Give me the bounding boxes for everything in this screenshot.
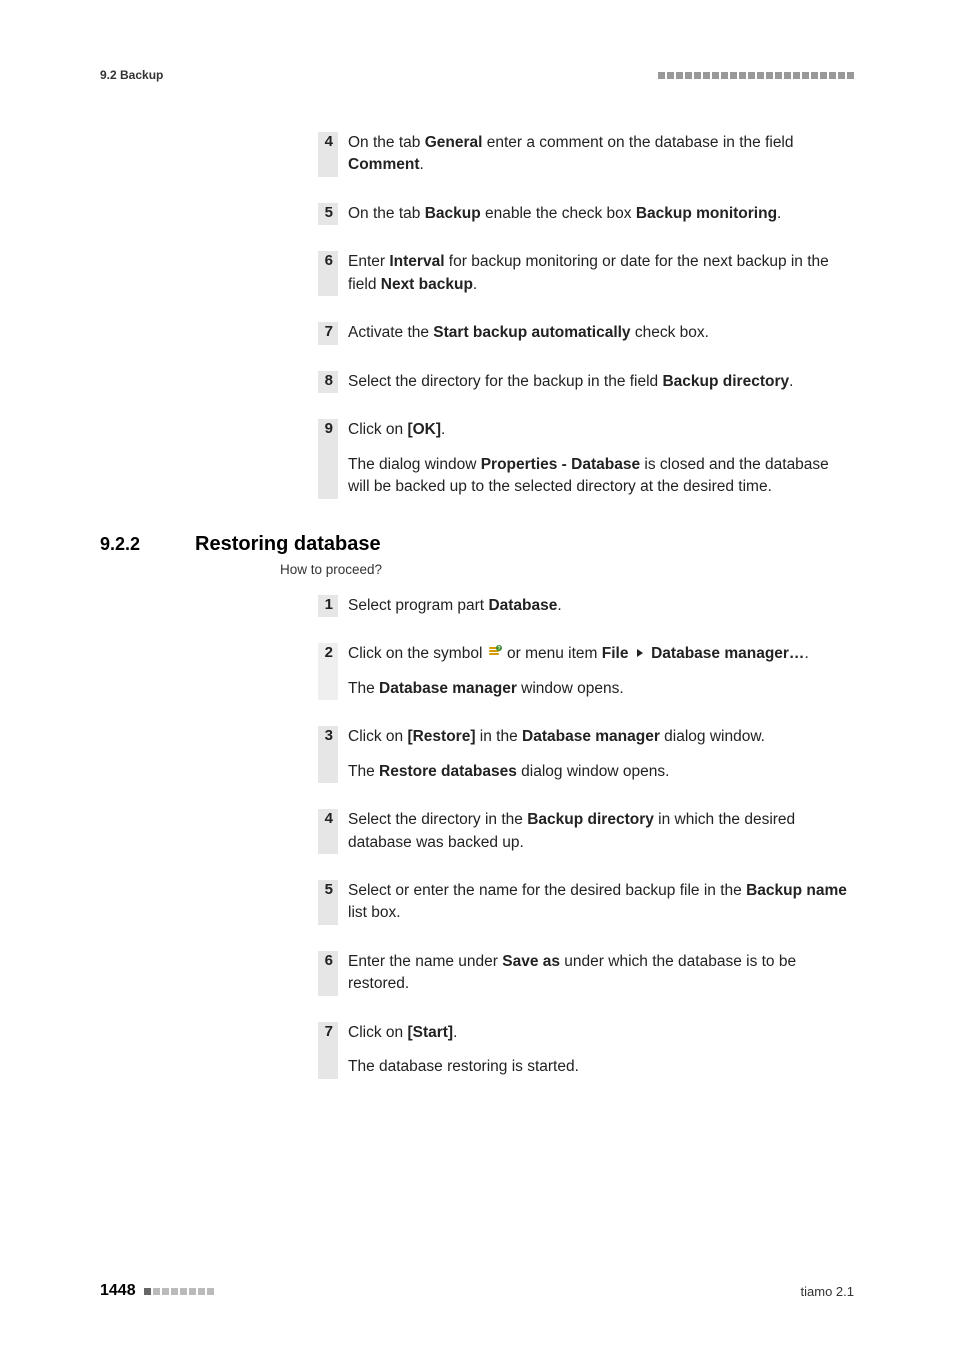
step-body: Select the directory for the backup in t… <box>348 371 854 393</box>
bold-text: Backup name <box>746 882 847 899</box>
step-item: 8 Select the directory for the backup in … <box>310 371 854 393</box>
step-number: 5 <box>318 880 338 925</box>
step-number: 9 <box>318 419 338 498</box>
page: 9.2 Backup 4On the tab General enter a c… <box>0 0 954 1350</box>
bold-text: Backup directory <box>662 373 789 390</box>
step-body: Click on [OK]. The dialog window Properti… <box>348 419 854 498</box>
step-text: Select or enter the name for the desired… <box>348 880 854 925</box>
bold-text: Restore databases <box>379 763 517 780</box>
step-number: 3 <box>318 726 338 783</box>
step-text: Select program part Database. <box>348 595 854 617</box>
step-body: Click on the symbol ? or menu item File … <box>348 643 854 700</box>
step-item: 4Select the directory in the Backup dire… <box>310 809 854 854</box>
svg-text:?: ? <box>497 646 500 652</box>
bold-text: Properties - Database <box>481 456 640 473</box>
page-number: 1448 <box>100 1282 136 1300</box>
step-text: On the tab Backup enable the check box B… <box>348 203 854 225</box>
database-icon: ? <box>487 644 503 660</box>
step-number: 5 <box>318 203 338 225</box>
step-number: 7 <box>318 322 338 344</box>
section-number: 9.2.2 <box>100 534 195 555</box>
page-header: 9.2 Backup <box>100 68 854 82</box>
step-number: 1 <box>318 595 338 617</box>
step-body: Enter Interval for backup monitoring or … <box>348 251 854 296</box>
header-section-label: 9.2 Backup <box>100 68 163 82</box>
step-item: 4On the tab General enter a comment on t… <box>310 132 854 177</box>
step-body: Select the directory in the Backup direc… <box>348 809 854 854</box>
bold-text: [Start] <box>407 1024 453 1041</box>
step-item: 1 Select program part Database. <box>310 595 854 617</box>
step-item: 5 On the tab Backup enable the check box … <box>310 203 854 225</box>
step-body: Select program part Database. <box>348 595 854 617</box>
step-number: 6 <box>318 251 338 296</box>
step-body: Enter the name under Save as under which… <box>348 951 854 996</box>
bold-text: Database <box>488 597 557 614</box>
bold-text: File <box>602 645 629 662</box>
step-number: 4 <box>318 809 338 854</box>
step-body: Activate the Start backup automatically … <box>348 322 854 344</box>
steps-list-b: 1 Select program part Database. 2 Click on … <box>100 595 854 1079</box>
step-number: 4 <box>318 132 338 177</box>
step-text: Click on [Start]. <box>348 1022 854 1044</box>
step-text: Activate the Start backup automatically … <box>348 322 854 344</box>
steps-list-a: 4On the tab General enter a comment on t… <box>100 132 854 499</box>
step-text: Select the directory in the Backup direc… <box>348 809 854 854</box>
bold-text: Database manager… <box>651 645 804 662</box>
step-body: On the tab General enter a comment on th… <box>348 132 854 177</box>
bold-text: Backup <box>425 205 481 222</box>
howto-label: How to proceed? <box>280 562 854 577</box>
step-item: 7 Activate the Start backup automatically… <box>310 322 854 344</box>
step-body: Select or enter the name for the desired… <box>348 880 854 925</box>
step-body: Click on [Start]. The database restoring … <box>348 1022 854 1079</box>
step-item: 5Select or enter the name for the desire… <box>310 880 854 925</box>
step-number: 7 <box>318 1022 338 1079</box>
step-body: On the tab Backup enable the check box B… <box>348 203 854 225</box>
step-body: Click on [Restore] in the Database manag… <box>348 726 854 783</box>
footer-decoration <box>144 1288 214 1295</box>
step-follow-text: The database restoring is started. <box>348 1056 854 1078</box>
step-follow-text: The dialog window Properties - Database … <box>348 454 854 499</box>
bold-text: Backup monitoring <box>636 205 777 222</box>
step-number: 6 <box>318 951 338 996</box>
menu-arrow-icon <box>637 649 643 657</box>
step-item: 3 Click on [Restore] in the Database mana… <box>310 726 854 783</box>
bold-text: Database manager <box>379 680 517 697</box>
step-text: On the tab General enter a comment on th… <box>348 132 854 177</box>
step-item: 2 Click on the symbol ? or menu item File… <box>310 643 854 700</box>
bold-text: Interval <box>389 253 444 270</box>
step-text: Enter the name under Save as under which… <box>348 951 854 996</box>
step-item: 9 Click on [OK]. The dialog window Propert… <box>310 419 854 498</box>
step-number: 2 <box>318 643 338 700</box>
bold-text: [OK] <box>407 421 441 438</box>
footer-product: tiamo 2.1 <box>801 1284 854 1299</box>
bold-text: Backup directory <box>527 811 654 828</box>
step-text: Click on [OK]. <box>348 419 854 441</box>
section-heading: 9.2.2 Restoring database <box>100 533 854 556</box>
bold-text: Start backup automatically <box>433 324 630 341</box>
footer-left: 1448 <box>100 1282 214 1300</box>
bold-text: [Restore] <box>407 728 475 745</box>
step-text: Select the directory for the backup in t… <box>348 371 854 393</box>
step-item: 7 Click on [Start]. The database restoring… <box>310 1022 854 1079</box>
bold-text: Database manager <box>522 728 660 745</box>
header-decoration <box>658 72 854 79</box>
step-item: 6Enter the name under Save as under whic… <box>310 951 854 996</box>
step-number: 8 <box>318 371 338 393</box>
step-item: 6Enter Interval for backup monitoring or… <box>310 251 854 296</box>
bold-text: Save as <box>502 953 560 970</box>
section-title: Restoring database <box>195 533 381 556</box>
bold-text: Next backup <box>381 276 473 293</box>
bold-text: General <box>425 134 483 151</box>
page-footer: 1448 tiamo 2.1 <box>100 1282 854 1300</box>
step-text: Click on the symbol ? or menu item File … <box>348 643 854 665</box>
bold-text: Comment <box>348 156 419 173</box>
step-follow-text: The Restore databases dialog window open… <box>348 761 854 783</box>
step-follow-text: The Database manager window opens. <box>348 678 854 700</box>
step-text: Enter Interval for backup monitoring or … <box>348 251 854 296</box>
step-text: Click on [Restore] in the Database manag… <box>348 726 854 748</box>
